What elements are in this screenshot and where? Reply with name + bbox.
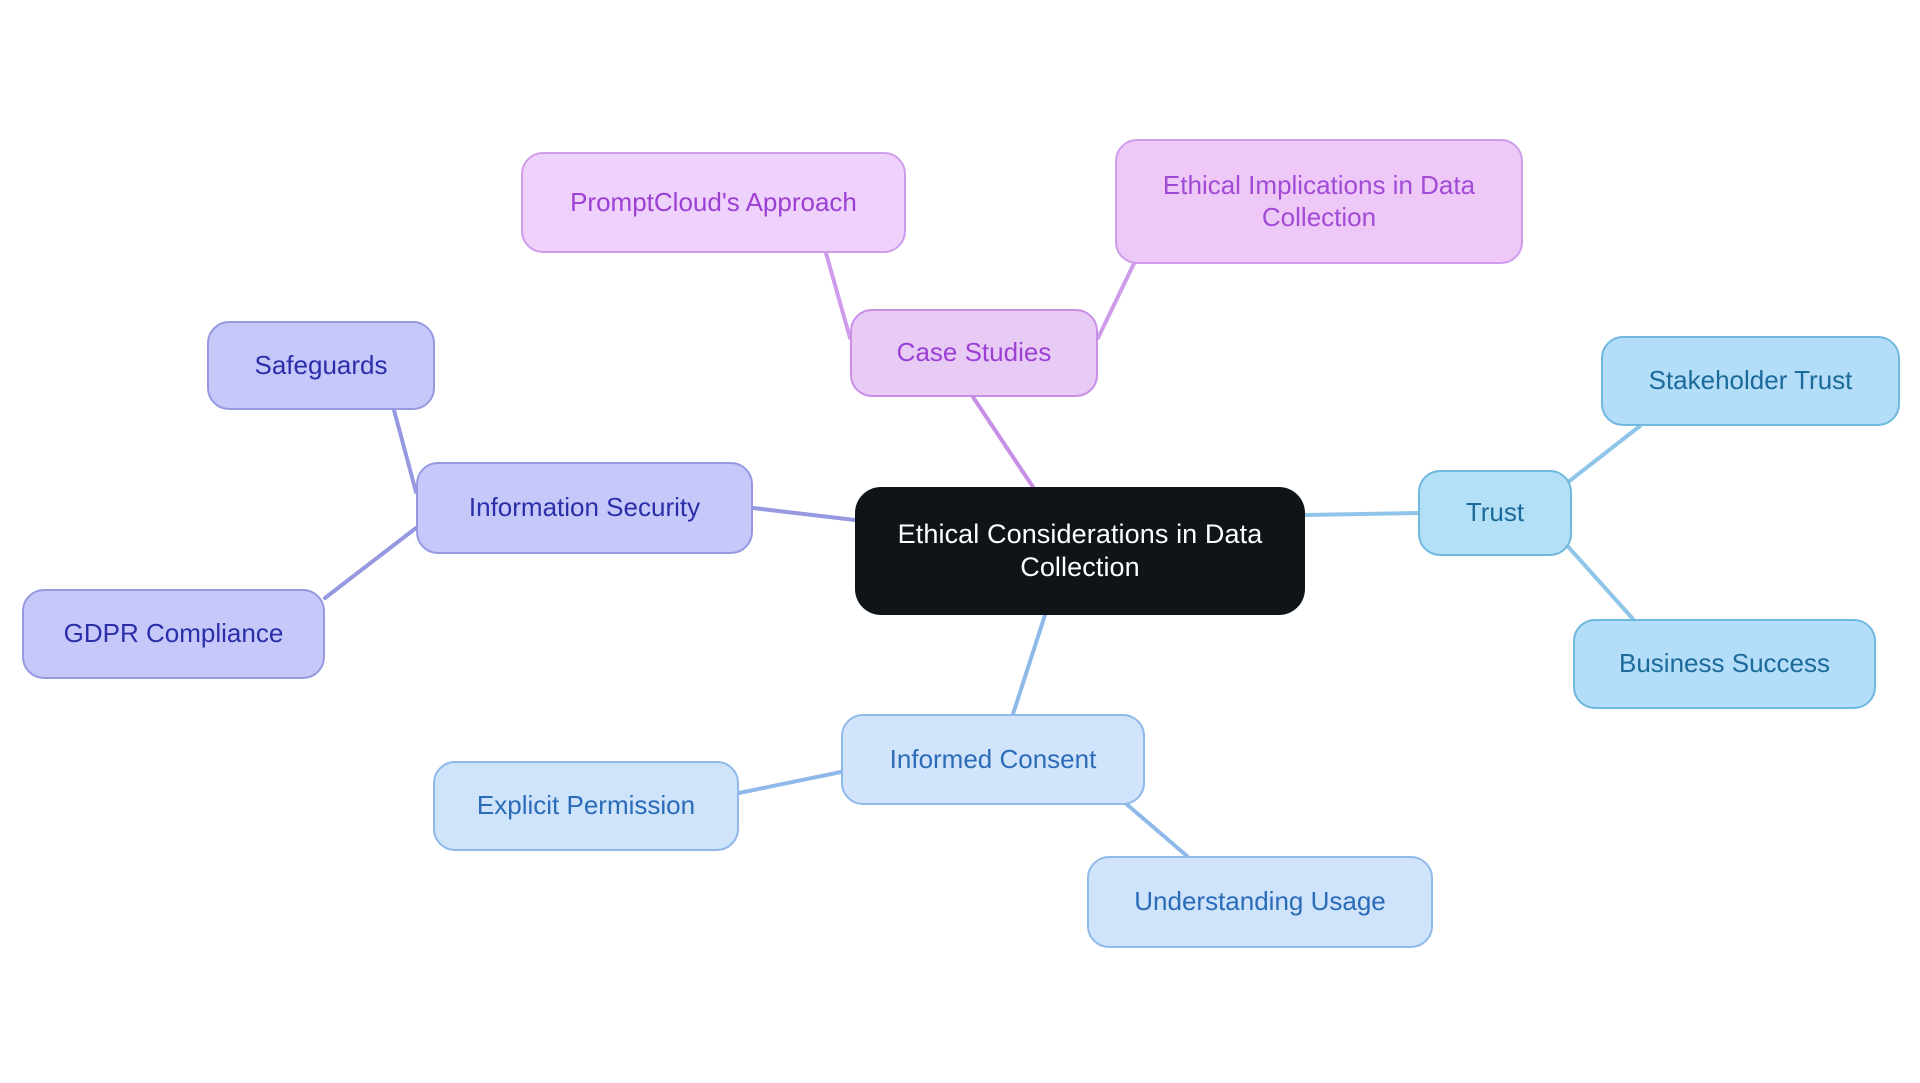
mindmap-leaf-stakeholder-trust[interactable]: Stakeholder Trust: [1601, 336, 1900, 426]
mindmap-leaf-promptcloud-approach[interactable]: PromptCloud's Approach: [521, 152, 906, 253]
mindmap-canvas: Ethical Considerations in Data Collectio…: [0, 0, 1920, 1083]
mindmap-branch-information-security[interactable]: Information Security: [416, 462, 753, 554]
edge-trust-stakeholder: [1561, 424, 1642, 488]
edge-information-security-safeguards: [392, 408, 418, 494]
mindmap-branch-informed-consent[interactable]: Informed Consent: [841, 714, 1145, 805]
edge-case-studies-promptcloud: [824, 251, 852, 340]
edge-root-case-studies: [971, 395, 1035, 489]
edge-trust-business-success: [1561, 539, 1635, 621]
edge-case-studies-ethical-implications: [1096, 251, 1141, 340]
edge-root-information-security: [751, 506, 857, 522]
mindmap-leaf-gdpr-compliance[interactable]: GDPR Compliance: [22, 589, 325, 679]
mindmap-leaf-understanding-usage[interactable]: Understanding Usage: [1087, 856, 1433, 948]
edge-root-trust: [1303, 511, 1420, 517]
mindmap-branch-trust[interactable]: Trust: [1418, 470, 1572, 556]
mindmap-leaf-safeguards[interactable]: Safeguards: [207, 321, 435, 410]
mindmap-leaf-explicit-permission[interactable]: Explicit Permission: [433, 761, 739, 851]
edge-information-security-gdpr: [323, 526, 418, 600]
mindmap-root-node[interactable]: Ethical Considerations in Data Collectio…: [855, 487, 1305, 615]
edge-informed-consent-explicit: [737, 770, 843, 795]
mindmap-leaf-ethical-implications[interactable]: Ethical Implications in Data Collection: [1115, 139, 1523, 264]
mindmap-leaf-business-success[interactable]: Business Success: [1573, 619, 1876, 709]
edge-root-informed-consent: [1011, 613, 1047, 716]
mindmap-branch-case-studies[interactable]: Case Studies: [850, 309, 1098, 397]
